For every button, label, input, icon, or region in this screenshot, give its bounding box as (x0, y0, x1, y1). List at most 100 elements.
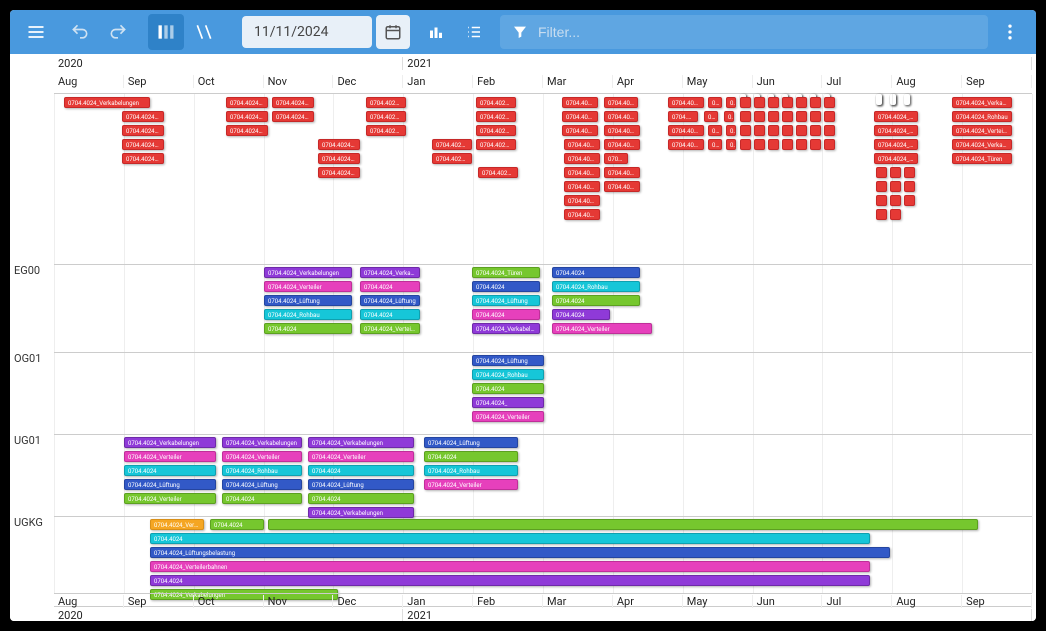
gantt-bar[interactable]: 0704.4024_Verkabelungen (366, 125, 406, 136)
gantt-bar[interactable]: 0704.4024_Verteiler (122, 139, 164, 150)
gantt-bar[interactable]: 0704.4024 (222, 493, 302, 504)
gantt-bar[interactable]: 0704.4024_Verkabelungen (124, 437, 216, 448)
gantt-bar[interactable]: 0704.4024_Ver (562, 125, 598, 136)
gantt-bar[interactable]: 0704.4024_Verteilerbahnen (150, 561, 870, 572)
gantt-bar[interactable]: 0704.4024_Lüftung (472, 355, 544, 366)
gantt-bar[interactable] (824, 111, 835, 122)
hamburger-menu-button[interactable] (18, 14, 54, 50)
gantt-bar[interactable]: 0704.4024_Verteiler (318, 153, 360, 164)
gantt-bar[interactable]: 0704.4024 (150, 533, 870, 544)
gantt-bar[interactable] (824, 139, 835, 150)
gantt-bar[interactable]: 0704.4024_Verteiler (874, 111, 918, 122)
gantt-bar[interactable] (740, 139, 751, 150)
gantt-bar[interactable] (876, 181, 887, 192)
gantt-bar[interactable]: 0704.4024_Ver (562, 111, 598, 122)
gantt-bar[interactable]: 0 (726, 139, 736, 150)
gantt-bar[interactable] (904, 195, 915, 206)
gantt-bar[interactable] (782, 111, 793, 122)
gantt-bar[interactable]: 0704.4024_Ve (564, 153, 600, 164)
gantt-bar[interactable]: 0704.4024_Verkabelungen (308, 507, 414, 518)
filter-input[interactable] (538, 24, 976, 40)
gantt-bar[interactable]: 0704.4024_Ve (564, 195, 600, 206)
gantt-bar[interactable]: 0704.4024_Verkabelungen (308, 437, 414, 448)
gantt-bar[interactable] (740, 125, 751, 136)
gantt-bar[interactable] (782, 139, 793, 150)
gantt-bar[interactable]: 0704.4024_Rohbau (478, 167, 518, 178)
gantt-bar[interactable]: 0704.4024_Verkabelungen (264, 267, 352, 278)
gantt-bar[interactable]: 0704.4024_Türen (952, 153, 1012, 164)
gantt-bar[interactable] (904, 94, 910, 105)
gantt-bar[interactable] (796, 97, 807, 108)
gantt-bar[interactable]: 07 (708, 139, 722, 150)
gantt-bar[interactable]: 0704.4024_Verteiler (222, 451, 302, 462)
gantt-bar[interactable] (768, 97, 779, 108)
gantt-bar[interactable] (796, 139, 807, 150)
date-field[interactable]: 11/11/2024 (242, 16, 372, 48)
chart-body[interactable]: 0704.4024_Verkabelungen 0704.4024_Rohbau 0… (54, 94, 1032, 593)
gantt-bar[interactable]: 0704.4024 (360, 309, 420, 320)
gantt-bar[interactable]: 0704.4024_Verkabelungen (222, 437, 302, 448)
gantt-bar[interactable]: 0704.4024 (552, 295, 640, 306)
gantt-bar[interactable] (740, 111, 751, 122)
gantt-bar[interactable]: 0704.4024_Lüftung (124, 479, 216, 490)
gantt-bar[interactable]: 0704.4024_Rohbau (122, 111, 164, 122)
gantt-bar[interactable]: 0704.4024_Türen (874, 153, 918, 164)
gantt-bar[interactable] (810, 111, 821, 122)
gantt-bar[interactable] (754, 111, 765, 122)
gantt-bar[interactable]: 0704.4024 (472, 383, 544, 394)
gantt-bar[interactable] (768, 125, 779, 136)
gantt-bar[interactable]: 0704.4024_Rohbau (472, 369, 544, 380)
gantt-bar[interactable]: 0704.4024_Verteiler (308, 451, 414, 462)
gantt-bar[interactable] (810, 139, 821, 150)
gantt-bar[interactable] (782, 125, 793, 136)
gantt-bar[interactable]: 0704.4024_Rohbau (264, 309, 352, 320)
gantt-bar[interactable]: 0704.4024_Verteiler (360, 323, 420, 334)
gantt-bar[interactable]: 0704.4024_Verteiler (476, 111, 516, 122)
gantt-bar[interactable]: 0704.4024 (472, 309, 540, 320)
gantt-bar[interactable]: 0704.4024_Lüftung (472, 295, 540, 306)
gantt-bar[interactable]: 0704.4024 (604, 153, 628, 164)
gantt-bar[interactable] (890, 195, 901, 206)
gantt-bar[interactable]: 0704.4024_ (472, 397, 544, 408)
gantt-bar[interactable] (268, 519, 978, 530)
gantt-bar[interactable] (890, 209, 901, 220)
gantt-bar[interactable] (740, 97, 751, 108)
gantt-bar[interactable]: 0704.4024_Rohbau (272, 111, 314, 122)
gantt-bar[interactable] (824, 125, 835, 136)
gantt-bar[interactable]: 0704.4024 (150, 575, 870, 586)
gantt-bar[interactable] (890, 167, 901, 178)
gantt-bar[interactable]: 0704.4024 (472, 281, 540, 292)
gantt-bar[interactable]: 0704.4024_Verkabelungen (874, 139, 918, 150)
gantt-bar[interactable]: 0704.4024_Rohbau (226, 111, 268, 122)
gantt-bar[interactable]: 0704.4024_Verkabelungen (476, 139, 516, 150)
gantt-bar[interactable]: 0704.4024 (308, 465, 414, 476)
calendar-button[interactable] (376, 15, 410, 49)
gantt-bar[interactable]: 0704.4024_Rohbau (432, 139, 472, 150)
gantt-bar[interactable]: 0704.4024_Lüftung (272, 97, 314, 108)
gantt-bar[interactable]: 0704.4024_ (668, 97, 704, 108)
gantt-bar[interactable]: 0704.4024 (552, 267, 640, 278)
gantt-bar[interactable]: 0704.4024_Lüftung (874, 125, 918, 136)
gantt-bar[interactable] (796, 111, 807, 122)
gantt-bar[interactable]: 0704.4024_Lüftung (360, 295, 420, 306)
gantt-bar[interactable]: 0704.4024 (360, 281, 420, 292)
gantt-bar[interactable]: 0704.4024_Rohbau (226, 125, 268, 136)
gantt-bar[interactable]: 0704.4024_Verkabelungen (150, 519, 204, 530)
gantt-bar[interactable]: 0 (724, 111, 734, 122)
gantt-bar[interactable]: 0704.4024_Verkabelungen (318, 167, 360, 178)
gantt-bar[interactable]: 0704.4024_Lüftung (264, 295, 352, 306)
undo-button[interactable] (62, 14, 98, 50)
gantt-bar[interactable] (782, 97, 793, 108)
gantt-bar[interactable]: 0 (726, 97, 736, 108)
gantt-bar[interactable]: 0704.4024_Verkabelungen (360, 267, 420, 278)
gantt-bar[interactable]: 0704.4024_Rohbau (562, 97, 598, 108)
gantt-bar[interactable]: 0704.4024_Lüftung (308, 479, 414, 490)
gantt-bar[interactable] (754, 139, 765, 150)
gantt-bar[interactable]: 0704.4024_Ve (604, 167, 640, 178)
gantt-bar[interactable]: 0704.4024_Verteiler (318, 139, 360, 150)
gantt-bar[interactable]: 0704.4024_Lüftung (222, 479, 302, 490)
gantt-bar[interactable] (890, 94, 896, 105)
gantt-bar[interactable]: 07 (704, 111, 718, 122)
gantt-bar[interactable]: 0704.4024_Rohbau (552, 281, 640, 292)
gantt-bar[interactable]: 0704.4024_Ver (604, 139, 640, 150)
